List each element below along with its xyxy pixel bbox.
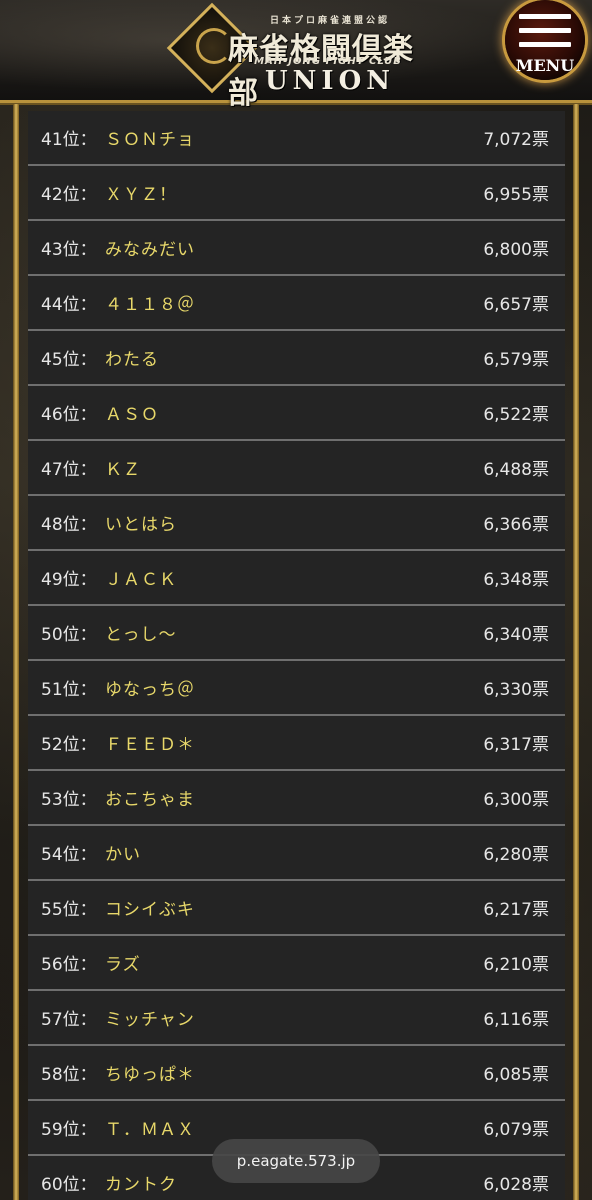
player-name: わたる <box>105 350 159 370</box>
ranking-row: 43位： みなみだい 6,800票 <box>28 221 565 276</box>
left-gold-rail <box>13 104 19 1200</box>
player-name: カントク <box>105 1175 177 1195</box>
hamburger-icon-bar <box>519 42 571 47</box>
logo-union: UNION <box>264 66 395 96</box>
player-name: ４１１８＠ <box>105 295 195 315</box>
vote-count: 6,800票 <box>483 240 549 260</box>
vote-count: 6,280票 <box>483 845 549 865</box>
menu-label: MENU <box>515 56 575 75</box>
site-header: 日本プロ麻雀連盟公認 麻雀格闘倶楽部 MAH-JONG FIGHT CLUB U… <box>0 0 592 111</box>
rank-number: 57位： <box>41 1010 97 1030</box>
vote-count: 6,317票 <box>483 735 549 755</box>
ranking-row: 57位： ミッチャン 6,116票 <box>28 991 565 1046</box>
rank-number: 56位： <box>41 955 97 975</box>
vote-count: 6,366票 <box>483 515 549 535</box>
url-bar[interactable]: p.eagate.573.jp <box>212 1139 380 1183</box>
right-gold-rail <box>573 104 579 1200</box>
ranking-row: 56位： ラズ 6,210票 <box>28 936 565 991</box>
ranking-row: 58位： ちゆっぱ＊ 6,085票 <box>28 1046 565 1101</box>
player-name: ＫＺ <box>105 460 141 480</box>
rank-number: 52位： <box>41 735 97 755</box>
rank-number: 58位： <box>41 1065 97 1085</box>
ranking-row: 41位： ＳＯＮチョ 7,072票 <box>28 111 565 166</box>
vote-count: 6,579票 <box>483 350 549 370</box>
vote-count: 6,085票 <box>483 1065 549 1085</box>
player-name: ＦＥＥＤ＊ <box>105 735 195 755</box>
rank-number: 51位： <box>41 680 97 700</box>
vote-count: 6,657票 <box>483 295 549 315</box>
rank-number: 45位： <box>41 350 97 370</box>
vote-count: 6,217票 <box>483 900 549 920</box>
ranking-row: 51位： ゆなっち＠ 6,330票 <box>28 661 565 716</box>
rank-number: 49位： <box>41 570 97 590</box>
player-name: ＡＳＯ <box>105 405 159 425</box>
vote-count: 6,330票 <box>483 680 549 700</box>
player-name: みなみだい <box>105 240 195 260</box>
vote-count: 6,488票 <box>483 460 549 480</box>
player-name: ラズ <box>105 955 141 975</box>
player-name: コシイぶキ <box>105 900 195 920</box>
vote-count: 6,079票 <box>483 1120 549 1140</box>
ranking-row: 50位： とっし〜 6,340票 <box>28 606 565 661</box>
rank-number: 43位： <box>41 240 97 260</box>
player-name: ＸＹＺ！ <box>105 185 177 205</box>
dragon-swirl-icon <box>196 28 232 64</box>
hamburger-icon-bar <box>519 28 571 33</box>
ranking-row: 53位： おこちゃま 6,300票 <box>28 771 565 826</box>
player-name: ＪＡＣＫ <box>105 570 177 590</box>
player-name: いとはら <box>105 515 177 535</box>
rank-number: 50位： <box>41 625 97 645</box>
vote-count: 6,955票 <box>483 185 549 205</box>
ranking-row: 42位： ＸＹＺ！ 6,955票 <box>28 166 565 221</box>
rank-number: 46位： <box>41 405 97 425</box>
vote-count: 6,210票 <box>483 955 549 975</box>
rank-number: 41位： <box>41 130 97 150</box>
player-name: かい <box>105 845 141 865</box>
ranking-row: 44位： ４１１８＠ 6,657票 <box>28 276 565 331</box>
player-name: ゆなっち＠ <box>105 680 195 700</box>
player-name: Ｔ．ＭＡＸ <box>105 1120 195 1140</box>
rank-number: 47位： <box>41 460 97 480</box>
ranking-row: 49位： ＪＡＣＫ 6,348票 <box>28 551 565 606</box>
menu-button[interactable]: MENU <box>505 0 585 80</box>
ranking-row: 48位： いとはら 6,366票 <box>28 496 565 551</box>
player-name: ＳＯＮチョ <box>105 130 195 150</box>
player-name: とっし〜 <box>105 625 177 645</box>
ranking-row: 52位： ＦＥＥＤ＊ 6,317票 <box>28 716 565 771</box>
player-name: ミッチャン <box>105 1010 195 1030</box>
rank-number: 55位： <box>41 900 97 920</box>
vote-count: 6,300票 <box>483 790 549 810</box>
player-name: おこちゃま <box>105 790 195 810</box>
hamburger-icon <box>519 14 571 19</box>
ranking-row: 46位： ＡＳＯ 6,522票 <box>28 386 565 441</box>
rank-number: 59位： <box>41 1120 97 1140</box>
vote-count: 6,116票 <box>483 1010 549 1030</box>
rank-number: 60位： <box>41 1175 97 1195</box>
vote-count: 6,028票 <box>483 1175 549 1195</box>
rank-number: 48位： <box>41 515 97 535</box>
rank-number: 53位： <box>41 790 97 810</box>
ranking-row: 45位： わたる 6,579票 <box>28 331 565 386</box>
vote-count: 6,348票 <box>483 570 549 590</box>
player-name: ちゆっぱ＊ <box>105 1065 195 1085</box>
ranking-list[interactable]: 41位： ＳＯＮチョ 7,072票 42位： ＸＹＺ！ 6,955票 43位： みなみだい 6,… <box>28 111 565 1200</box>
rank-number: 54位： <box>41 845 97 865</box>
ranking-row: 54位： かい 6,280票 <box>28 826 565 881</box>
ranking-row: 55位： コシイぶキ 6,217票 <box>28 881 565 936</box>
vote-count: 6,340票 <box>483 625 549 645</box>
rank-number: 42位： <box>41 185 97 205</box>
vote-count: 6,522票 <box>483 405 549 425</box>
ranking-row: 47位： ＫＺ 6,488票 <box>28 441 565 496</box>
rank-number: 44位： <box>41 295 97 315</box>
vote-count: 7,072票 <box>483 130 549 150</box>
